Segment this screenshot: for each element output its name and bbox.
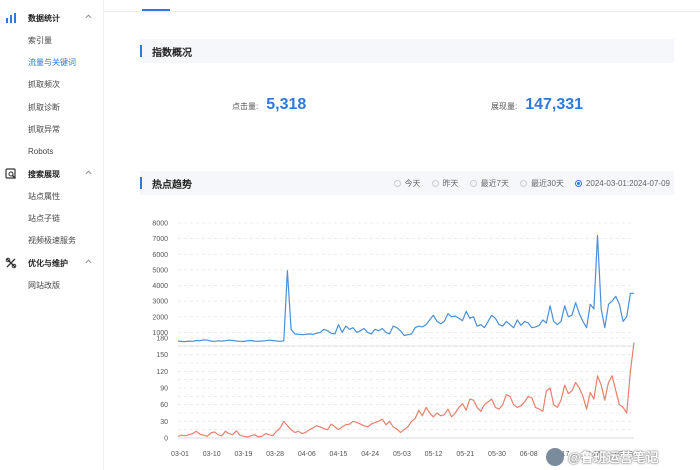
overview-title: 指数概况	[152, 47, 192, 59]
lower-y-tick-label: 60	[160, 402, 168, 409]
lower-y-tick-label: 0	[164, 436, 168, 443]
top-tab-strip	[104, 0, 700, 12]
sidebar-item-crawl-diagnosis[interactable]: 抓取诊断	[0, 96, 104, 118]
radio-icon[interactable]	[431, 180, 439, 187]
upper-y-tick-label: 8000	[152, 221, 168, 228]
sidebar-item-video-fast-service[interactable]: 视频极速服务	[0, 230, 104, 252]
trend-chart: 1000200030004000500060007000800003060901…	[152, 221, 635, 458]
lower-y-tick-label: 180	[156, 336, 168, 343]
section-accent-bar	[140, 45, 142, 57]
x-tick-label: 05-30	[488, 451, 506, 458]
active-tab-indicator	[142, 9, 170, 11]
impressions-value: 147,331	[525, 96, 584, 113]
upper-y-tick-label: 4000	[152, 283, 168, 290]
watermark-text: @鲁班运营笔记	[568, 450, 659, 465]
range-option-custom[interactable]: 2024-03-01:2024-07-09	[574, 179, 670, 188]
x-tick-label: 05-21	[456, 451, 474, 458]
range-option-last-7-days[interactable]: 最近7天	[469, 178, 510, 189]
watermark-logo-icon	[546, 447, 564, 466]
sidebar-item-traffic-keywords[interactable]: 流量与关键词	[0, 51, 104, 73]
x-tick-label: 04-06	[298, 451, 316, 458]
chevron-up-icon	[85, 170, 92, 175]
sidebar-item-site-attributes[interactable]: 站点属性	[0, 185, 104, 207]
clicks-series-line	[177, 342, 635, 438]
upper-y-tick-label: 5000	[152, 267, 168, 274]
sidebar: 数据统计 索引量 流量与关键词 抓取频次 抓取诊断 抓取异常 Robots 搜索…	[0, 0, 104, 470]
sidebar-item-site-revision[interactable]: 网站改版	[0, 274, 104, 296]
sidebar-item-robots[interactable]: Robots	[0, 140, 104, 162]
lower-y-tick-label: 150	[156, 352, 168, 359]
nav-group-label: 数据统计	[28, 13, 60, 23]
nav-group-label: 优化与维护	[28, 258, 68, 268]
nav-group-optimize: 优化与维护 网站改版	[0, 252, 104, 296]
x-tick-label: 06-08	[520, 451, 538, 458]
sidebar-item-crawl-frequency[interactable]: 抓取频次	[0, 74, 104, 96]
x-tick-label: 05-03	[393, 451, 411, 458]
nav-group-search-display: 搜索展现 站点属性 站点子链 视频极速服务	[0, 163, 104, 252]
lower-y-tick-label: 30	[160, 419, 168, 426]
radio-icon[interactable]	[393, 180, 401, 187]
nav-group-data-stats: 数据统计 索引量 流量与关键词 抓取频次 抓取诊断 抓取异常 Robots	[0, 7, 104, 163]
range-option-today[interactable]: 今天	[393, 178, 421, 189]
sidebar-item-site-sublinks[interactable]: 站点子链	[0, 207, 104, 229]
nav-group-header-optimize[interactable]: 优化与维护	[0, 252, 104, 274]
radio-selected-icon[interactable]	[574, 180, 582, 187]
x-tick-label: 03-01	[171, 451, 189, 458]
impressions-label: 展现量:	[491, 102, 518, 111]
sidebar-item-crawl-errors[interactable]: 抓取异常	[0, 118, 104, 140]
impressions-metric: 展现量: 147,331	[491, 96, 583, 114]
x-tick-label: 03-28	[266, 451, 284, 458]
range-option-yesterday[interactable]: 昨天	[431, 178, 459, 189]
optimize-icon	[4, 256, 18, 270]
radio-icon[interactable]	[469, 180, 477, 187]
sidebar-item-index-volume[interactable]: 索引量	[0, 29, 104, 51]
range-label: 今天	[404, 179, 421, 188]
trend-title: 热点趋势	[152, 179, 192, 191]
x-tick-label: 05-12	[425, 451, 443, 458]
upper-y-tick-label: 2000	[152, 314, 168, 321]
x-tick-label: 04-24	[361, 451, 379, 458]
impressions-series-line	[177, 234, 634, 343]
date-range-selector: 今天 昨天 最近7天 最近30天 2024-03-01:2024-07-09	[383, 178, 670, 189]
chevron-up-icon	[85, 14, 92, 19]
x-tick-label: 03-10	[203, 451, 221, 458]
upper-y-tick-label: 7000	[152, 236, 168, 243]
lower-y-tick-label: 90	[160, 386, 168, 393]
lower-y-tick-label: 120	[156, 369, 168, 376]
range-label: 2024-03-01:2024-07-09	[585, 179, 670, 188]
clicks-metric: 点击量: 5,318	[232, 96, 306, 114]
search-display-icon	[4, 167, 18, 181]
bar-chart-icon	[4, 11, 18, 25]
clicks-label: 点击量:	[232, 102, 259, 111]
range-label: 最近7天	[480, 179, 510, 188]
x-tick-label: 04-15	[330, 451, 348, 458]
nav-group-header-data-stats[interactable]: 数据统计	[0, 7, 104, 29]
range-label: 昨天	[442, 179, 459, 188]
upper-y-tick-label: 3000	[152, 299, 168, 306]
clicks-value: 5,318	[266, 96, 307, 113]
watermark: @鲁班运营笔记	[546, 447, 659, 466]
range-label: 最近30天	[531, 179, 564, 188]
x-tick-label: 03-19	[234, 451, 252, 458]
nav-group-label: 搜索展现	[28, 169, 60, 179]
upper-y-tick-label: 6000	[152, 252, 168, 259]
overview-section-header: 指数概况	[140, 39, 674, 63]
section-accent-bar	[140, 177, 142, 189]
radio-icon[interactable]	[520, 180, 528, 187]
chevron-up-icon	[85, 259, 92, 264]
nav-group-header-search-display[interactable]: 搜索展现	[0, 163, 104, 185]
range-option-last-30-days[interactable]: 最近30天	[520, 178, 564, 189]
